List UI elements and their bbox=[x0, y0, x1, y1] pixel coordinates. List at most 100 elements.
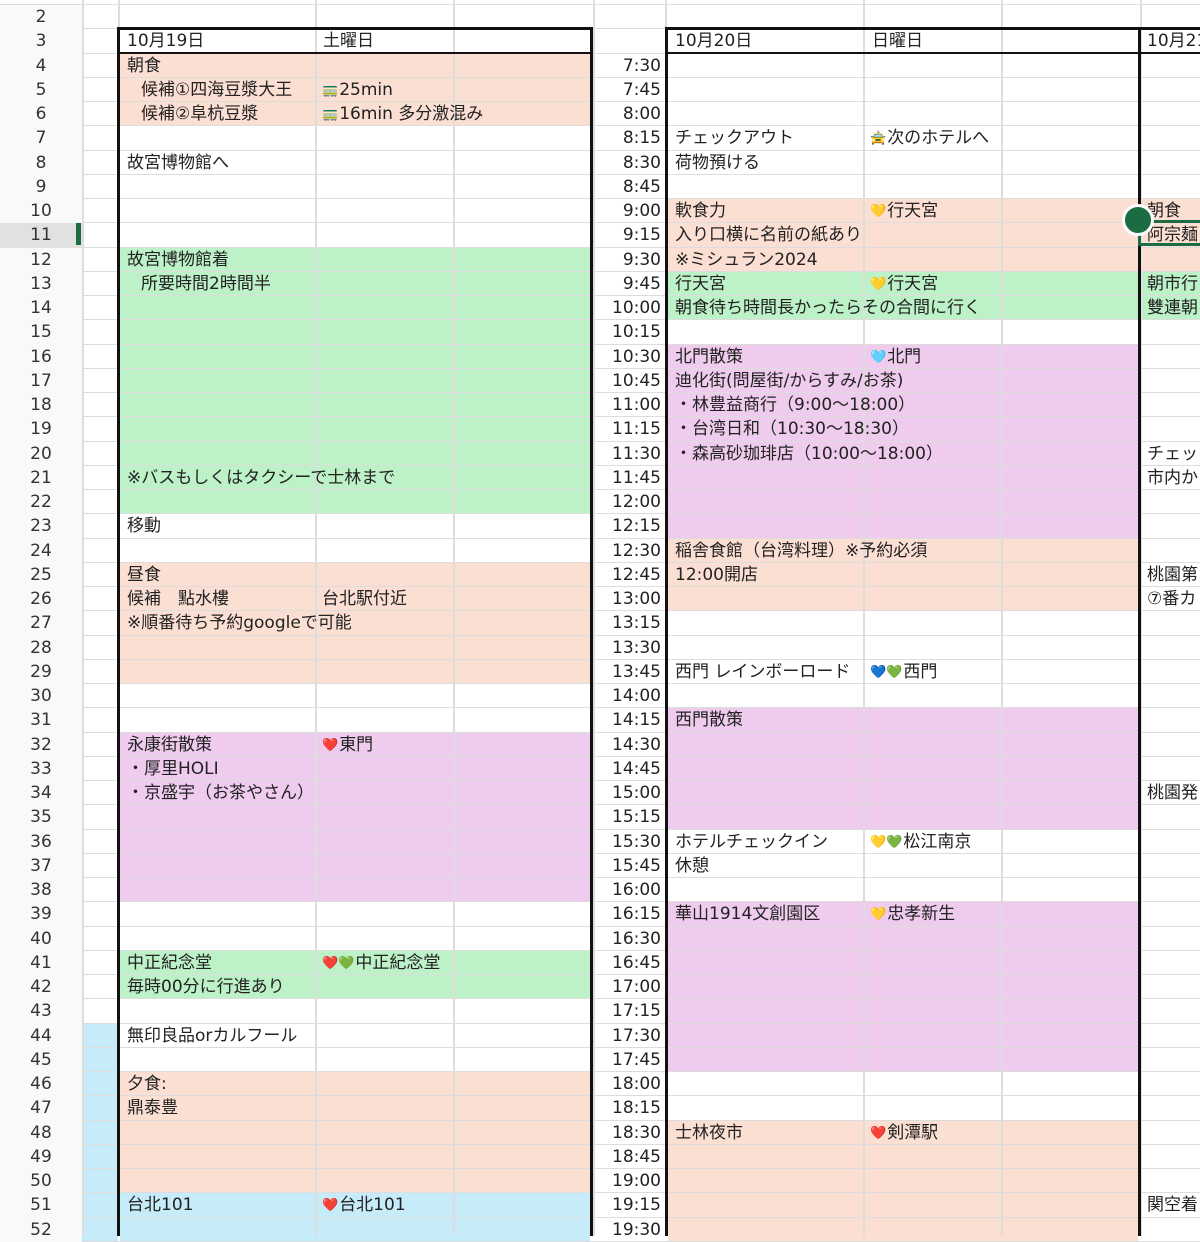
day2-cell[interactable]: 入り口横に名前の紙あり bbox=[675, 223, 862, 247]
row-header[interactable]: 15 bbox=[0, 320, 82, 345]
row-header[interactable]: 49 bbox=[0, 1144, 82, 1169]
row-header[interactable]: 29 bbox=[0, 659, 82, 684]
day2-cell[interactable]: 西門 レインボーロード bbox=[675, 660, 850, 684]
row-header[interactable]: 33 bbox=[0, 756, 82, 781]
row-header[interactable]: 24 bbox=[0, 538, 82, 563]
row-header[interactable]: 41 bbox=[0, 950, 82, 975]
day1-cell[interactable]: 所要時間2時間半 bbox=[141, 272, 271, 296]
day2-cell[interactable]: 🚖次のホテルへ bbox=[870, 126, 989, 150]
row-header[interactable]: 36 bbox=[0, 829, 82, 854]
row-header[interactable]: 35 bbox=[0, 805, 82, 830]
day2-cell[interactable]: ❤️剣潭駅 bbox=[870, 1121, 938, 1145]
day1-cell[interactable]: 台北101 bbox=[127, 1193, 193, 1217]
day1-cell[interactable]: 無印良品orカルフール bbox=[127, 1024, 297, 1048]
day3-cell[interactable]: チェッ bbox=[1147, 442, 1200, 466]
row-header[interactable]: 14 bbox=[0, 296, 82, 321]
row-header[interactable]: 32 bbox=[0, 732, 82, 757]
day2-cell[interactable]: ホテルチェックイン bbox=[675, 830, 828, 854]
day3-cell[interactable]: ⑦番カ bbox=[1147, 587, 1200, 611]
day2-cell[interactable]: 迪化街(問屋街/からすみ/お茶) bbox=[675, 369, 903, 393]
row-header[interactable]: 42 bbox=[0, 975, 82, 1000]
day2-cell[interactable]: 稲舎食館（台湾料理）※予約必須 bbox=[675, 539, 927, 563]
row-header[interactable]: 52 bbox=[0, 1217, 82, 1242]
day1-cell[interactable]: 夕食: bbox=[127, 1072, 167, 1096]
row-header[interactable]: 21 bbox=[0, 465, 82, 490]
row-header[interactable]: 30 bbox=[0, 684, 82, 709]
day3-cell[interactable]: 桃園第 bbox=[1147, 563, 1200, 587]
day1-cell[interactable]: ※順番待ち予約googleで可能 bbox=[127, 611, 352, 635]
row-header[interactable]: 23 bbox=[0, 514, 82, 539]
day2-cell[interactable]: 軟食力 bbox=[675, 199, 726, 223]
day1-cell[interactable]: 永康街散策 bbox=[127, 733, 212, 757]
day1-cell[interactable]: ❤️東門 bbox=[322, 733, 373, 757]
row-header[interactable]: 5 bbox=[0, 77, 82, 102]
day3-cell[interactable]: 桃園発 bbox=[1147, 781, 1200, 805]
day2-cell[interactable]: 士林夜市 bbox=[675, 1121, 743, 1145]
row-header[interactable]: 26 bbox=[0, 587, 82, 612]
row-header[interactable]: 10 bbox=[0, 199, 82, 224]
day2-cell[interactable]: 💛💚松江南京 bbox=[870, 830, 971, 854]
day2-cell[interactable]: 12:00開店 bbox=[675, 563, 758, 587]
day1-cell[interactable]: 毎時00分に行進あり bbox=[127, 975, 285, 999]
row-header[interactable]: 6 bbox=[0, 102, 82, 127]
day1-cell[interactable]: 候補①四海豆漿大王 bbox=[141, 78, 292, 102]
day2-cell[interactable]: 休憩 bbox=[675, 854, 709, 878]
row-header[interactable]: 20 bbox=[0, 441, 82, 466]
day2-cell[interactable]: 💛忠孝新生 bbox=[870, 902, 955, 926]
day1-cell[interactable]: ・京盛宇（お茶やさん） bbox=[127, 781, 314, 805]
day1-cell[interactable]: 🚃25min bbox=[322, 78, 393, 102]
day1-cell[interactable]: 候補 點水樓 bbox=[127, 587, 229, 611]
row-header[interactable]: 27 bbox=[0, 611, 82, 636]
day2-cell[interactable]: ・台湾日和（10:30〜18:30） bbox=[675, 417, 909, 441]
row-header[interactable]: 8 bbox=[0, 150, 82, 175]
day1-cell[interactable]: ❤️💚中正紀念堂 bbox=[322, 951, 440, 975]
row-header[interactable]: 2 bbox=[0, 5, 82, 30]
row-header[interactable]: 3 bbox=[0, 29, 82, 54]
row-header[interactable]: 19 bbox=[0, 417, 82, 442]
day2-cell[interactable]: 北門散策 bbox=[675, 345, 743, 369]
row-header[interactable]: 51 bbox=[0, 1193, 82, 1218]
day1-cell[interactable]: 移動 bbox=[127, 514, 161, 538]
day1-cell[interactable]: 昼食 bbox=[127, 563, 161, 587]
day3-cell[interactable]: 朝市行 bbox=[1147, 272, 1200, 296]
row-header[interactable]: 7 bbox=[0, 126, 82, 151]
row-header[interactable]: 44 bbox=[0, 1023, 82, 1048]
day2-cell[interactable]: ※ミシュラン2024 bbox=[675, 248, 818, 272]
row-header[interactable]: 50 bbox=[0, 1169, 82, 1194]
day1-cell[interactable]: ❤️台北101 bbox=[322, 1193, 406, 1217]
day1-cell[interactable]: 朝食 bbox=[127, 54, 161, 78]
day2-cell[interactable]: 💛行天宮 bbox=[870, 199, 938, 223]
row-header[interactable]: 28 bbox=[0, 635, 82, 660]
day2-cell[interactable]: 行天宮 bbox=[675, 272, 726, 296]
day1-weekday-header[interactable]: 土曜日 bbox=[323, 29, 374, 53]
row-header[interactable]: 43 bbox=[0, 999, 82, 1024]
row-header[interactable]: 9 bbox=[0, 174, 82, 199]
day1-cell[interactable]: 🚃16min 多分激混み bbox=[322, 102, 483, 126]
row-header[interactable]: 17 bbox=[0, 368, 82, 393]
day1-cell[interactable]: 故宮博物館へ bbox=[127, 151, 229, 175]
spreadsheet-grid[interactable]: 2 3 4 5 6 7 8 9 10 11 12 13 14 15 16 17 18 19 20 21 22 23 24 25… bbox=[0, 0, 1200, 1242]
day2-cell[interactable]: 華山1914文創園区 bbox=[675, 902, 820, 926]
day3-cell[interactable]: 関空着 bbox=[1147, 1193, 1200, 1217]
day1-cell[interactable]: 鼎泰豊 bbox=[127, 1096, 178, 1120]
day3-cell[interactable]: 市内か bbox=[1147, 466, 1200, 490]
row-header[interactable]: 37 bbox=[0, 853, 82, 878]
row-header[interactable]: 40 bbox=[0, 926, 82, 951]
day1-date-header[interactable]: 10月19日 bbox=[127, 29, 204, 53]
day2-cell[interactable]: 朝食待ち時間長かったらその合間に行く bbox=[675, 296, 981, 320]
row-header[interactable]: 48 bbox=[0, 1120, 82, 1145]
day1-cell[interactable]: 中正紀念堂 bbox=[127, 951, 212, 975]
row-header[interactable]: 12 bbox=[0, 247, 82, 272]
row-header[interactable]: 47 bbox=[0, 1096, 82, 1121]
row-header[interactable]: 18 bbox=[0, 393, 82, 418]
day3-cell[interactable]: 雙連朝 bbox=[1147, 296, 1200, 320]
day2-cell[interactable]: 💙💚西門 bbox=[870, 660, 937, 684]
row-header[interactable]: 39 bbox=[0, 902, 82, 927]
selection-drag-handle[interactable] bbox=[1122, 204, 1154, 236]
day1-cell[interactable]: ・厚里HOLI bbox=[127, 757, 219, 781]
row-header[interactable]: 16 bbox=[0, 344, 82, 369]
day2-cell[interactable]: 🩵北門 bbox=[870, 345, 921, 369]
day2-cell[interactable]: ・林豊益商行（9:00〜18:00） bbox=[675, 393, 915, 417]
row-header[interactable]: 38 bbox=[0, 878, 82, 903]
row-header[interactable]: 4 bbox=[0, 53, 82, 78]
